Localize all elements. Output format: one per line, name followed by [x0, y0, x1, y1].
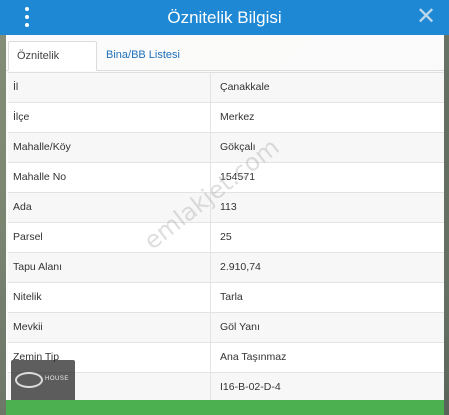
- row-value: Tarla: [220, 291, 243, 303]
- row-label: Ada: [8, 193, 211, 222]
- table-row: Mevkii Göl Yanı: [8, 313, 444, 343]
- dialog-title: Öznitelik Bilgisi: [167, 8, 282, 27]
- row-label: Mahalle No: [8, 163, 211, 192]
- row-value: Merkez: [220, 111, 255, 123]
- row-label: İlçe: [8, 103, 211, 132]
- close-icon[interactable]: ✕: [413, 4, 439, 30]
- row-value: Çanakkale: [220, 81, 270, 93]
- row-label: İl: [8, 73, 211, 102]
- table-row: Nitelik Tarla: [8, 283, 444, 313]
- table-row: Tapu Alanı 2.910,74: [8, 253, 444, 283]
- table-row: Mahalle/Köy Gökçalı: [8, 133, 444, 163]
- tab-building-list[interactable]: Bina/BB Listesi: [98, 41, 188, 69]
- row-value: I16-B-02-D-4: [220, 381, 281, 393]
- logo-icon: [15, 372, 43, 388]
- row-label: Mahalle/Köy: [8, 133, 211, 162]
- attribute-panel: Öznitelik Bilgisi Bina/BB Listesi İl Çan…: [6, 35, 444, 415]
- row-label: Mevkii: [8, 313, 211, 342]
- dialog-header: Öznitelik Bilgisi ✕: [0, 0, 449, 35]
- row-value: Ana Taşınmaz: [220, 351, 287, 363]
- tab-attribute-info[interactable]: Öznitelik Bilgisi: [8, 41, 97, 90]
- table-row: Mahalle No 154571: [8, 163, 444, 193]
- table-row: İl Çanakkale: [8, 73, 444, 103]
- attribute-table: İl Çanakkale İlçe Merkez Mahalle/Köy Gök…: [8, 72, 444, 403]
- row-label: Nitelik: [8, 283, 211, 312]
- row-label: Tapu Alanı: [8, 253, 211, 282]
- tab-bar: Öznitelik Bilgisi Bina/BB Listesi: [6, 35, 444, 90]
- row-value: 25: [220, 231, 232, 243]
- row-value: Göl Yanı: [220, 321, 260, 333]
- footer-bar: [6, 400, 444, 415]
- row-value: Gökçalı: [220, 141, 256, 153]
- logo: HOUSE: [11, 360, 75, 402]
- table-row: İlçe Merkez: [8, 103, 444, 133]
- row-value: 113: [220, 201, 237, 213]
- row-value: 154571: [220, 171, 256, 183]
- row-value: 2.910,74: [220, 261, 261, 273]
- table-row: Parsel 25: [8, 223, 444, 253]
- logo-text: HOUSE: [45, 376, 69, 382]
- table-row: Ada 113: [8, 193, 444, 223]
- row-label: Parsel: [8, 223, 211, 252]
